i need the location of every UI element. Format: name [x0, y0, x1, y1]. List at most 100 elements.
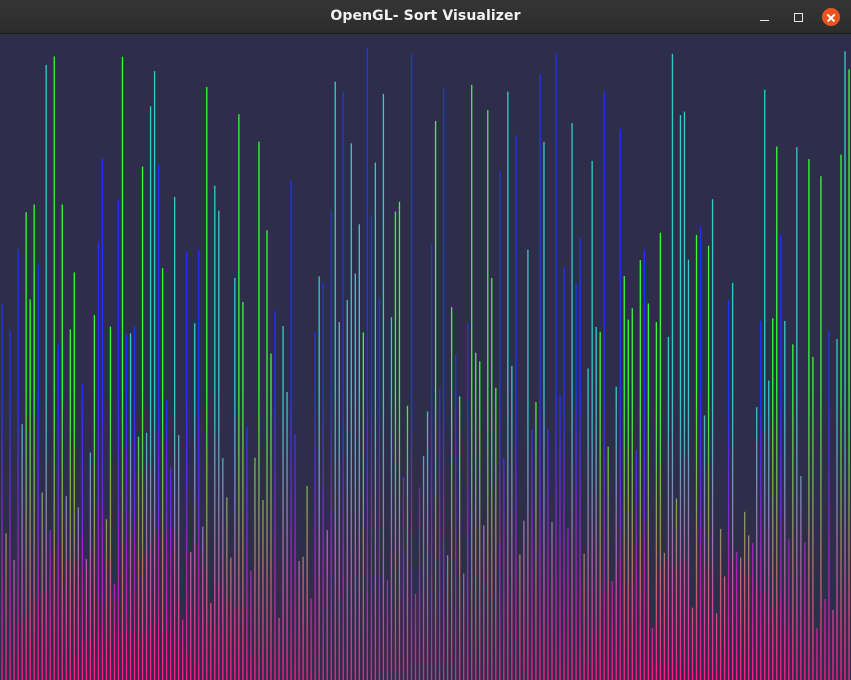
sort-bar: [800, 476, 802, 680]
sort-bar: [788, 539, 790, 680]
sort-bar: [29, 299, 31, 680]
sort-bar: [69, 329, 71, 680]
sort-bar: [121, 56, 124, 680]
sort-bar: [230, 557, 232, 680]
sort-bar: [792, 344, 794, 680]
sort-bar: [639, 260, 641, 680]
sort-bar: [780, 235, 782, 680]
sort-bar: [531, 429, 533, 680]
sort-bar: [21, 424, 23, 680]
sort-bar: [410, 54, 413, 680]
sort-bar: [190, 551, 192, 680]
canvas-background: [0, 34, 851, 680]
sort-bar: [615, 386, 617, 680]
sort-bar: [186, 251, 188, 680]
sort-bar: [623, 276, 625, 680]
sort-bar: [49, 529, 51, 680]
sort-bar: [141, 166, 144, 680]
sort-bar: [804, 542, 806, 680]
sort-bar: [740, 557, 742, 680]
window-title: OpenGL- Sort Visualizer: [330, 8, 521, 24]
sort-bar: [93, 315, 96, 680]
sort-bar: [723, 576, 726, 680]
sort-bar: [430, 243, 433, 680]
sort-bar: [667, 336, 670, 680]
sort-bar: [607, 446, 609, 680]
sort-bar: [334, 81, 336, 680]
sort-bar: [519, 554, 521, 680]
sort-bar: [137, 436, 140, 680]
sort-bar: [226, 497, 228, 680]
sort-bar: [61, 204, 63, 680]
sort-bar: [350, 143, 352, 680]
sort-bar: [73, 272, 75, 680]
sort-bar: [711, 199, 714, 680]
sort-bar: [455, 354, 457, 680]
sort-bar: [310, 598, 312, 680]
sort-bar: [89, 452, 92, 680]
sort-bar: [113, 583, 116, 680]
minimize-icon: [759, 19, 769, 21]
minimize-button[interactable]: [754, 7, 774, 27]
sort-bar: [153, 71, 156, 680]
sort-bar: [178, 435, 180, 680]
sort-bar: [298, 560, 300, 680]
sort-bar: [543, 141, 545, 680]
sort-bar: [5, 533, 7, 680]
sort-bar: [579, 237, 581, 680]
sort-bar: [675, 498, 678, 680]
sort-bar: [306, 485, 308, 680]
sort-bar: [254, 457, 256, 680]
sort-bar: [390, 317, 393, 680]
sort-bar: [820, 176, 822, 680]
sort-bar: [370, 214, 373, 680]
sort-bar: [446, 555, 449, 680]
sort-bar: [278, 618, 280, 680]
sort-bar: [41, 492, 43, 680]
sort-bar: [824, 599, 826, 680]
sort-bar: [450, 307, 453, 680]
close-button[interactable]: [821, 7, 841, 27]
sort-bar: [459, 396, 461, 680]
sort-bar: [527, 249, 529, 680]
sort-bar: [499, 172, 501, 680]
sort-bar: [752, 542, 754, 680]
sort-bar: [426, 411, 429, 680]
sort-bar: [719, 528, 722, 680]
sort-bar: [157, 164, 160, 680]
sort-bar: [238, 114, 240, 680]
sort-bar: [715, 613, 718, 680]
sort-bar: [161, 268, 164, 680]
sort-bar: [599, 331, 601, 680]
sort-bar: [703, 415, 706, 680]
sort-bar: [748, 535, 750, 680]
sort-bar: [671, 53, 674, 680]
sort-bar: [495, 387, 497, 680]
sort-bar: [547, 429, 549, 680]
sort-bar: [366, 47, 368, 680]
sort-bar: [222, 458, 224, 680]
sort-bar: [338, 322, 340, 680]
sort-bar: [744, 511, 746, 680]
sort-bar: [434, 120, 437, 680]
sort-bar: [266, 230, 268, 680]
title-bar[interactable]: OpenGL- Sort Visualizer: [0, 0, 851, 34]
sort-bar: [438, 388, 441, 680]
sort-bar: [587, 368, 589, 680]
sort-bar: [471, 84, 473, 680]
sort-bar: [483, 525, 485, 680]
sort-bar: [635, 449, 637, 680]
maximize-button[interactable]: [788, 7, 808, 27]
sort-bar: [282, 326, 284, 680]
sort-bar: [563, 267, 565, 680]
sort-bar: [414, 593, 417, 680]
sort-bar: [198, 250, 200, 680]
sort-bar: [679, 115, 682, 680]
sort-bar: [374, 162, 377, 680]
sort-bar: [832, 609, 834, 680]
sort-bar: [25, 212, 27, 680]
sort-bar: [772, 318, 774, 680]
sort-bar: [683, 111, 686, 680]
sort-bar: [109, 326, 112, 680]
sort-bar: [125, 333, 128, 680]
